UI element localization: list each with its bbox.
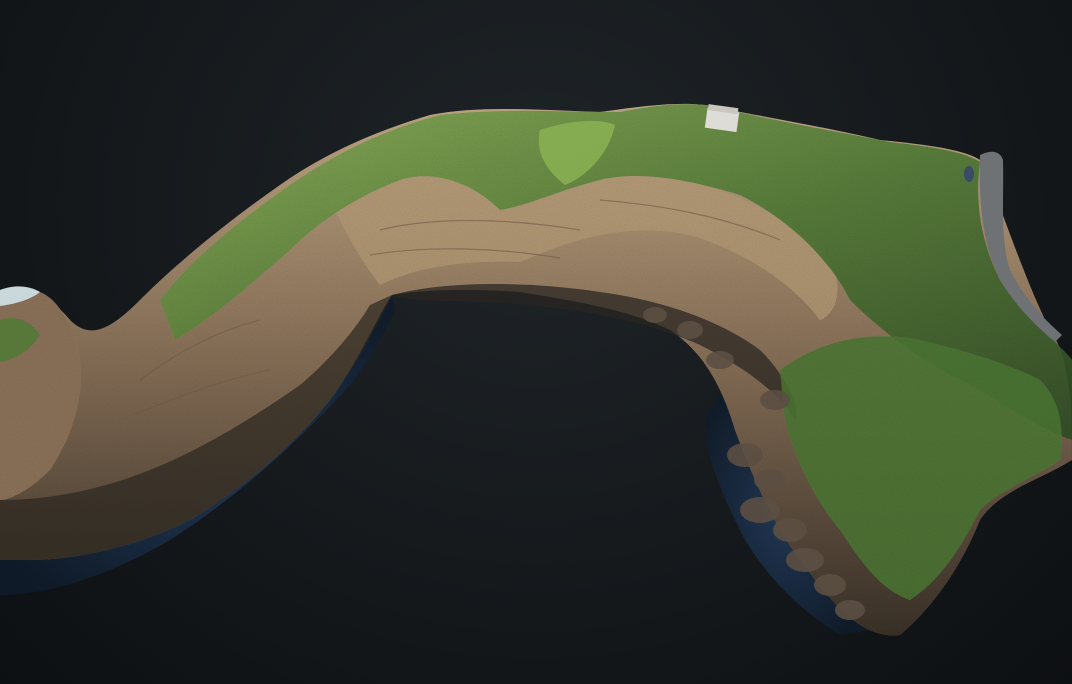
parked-car [964,166,974,182]
3d-viewport[interactable] [0,0,1072,684]
white-building [704,104,740,133]
point-cloud-model[interactable] [0,0,1072,684]
